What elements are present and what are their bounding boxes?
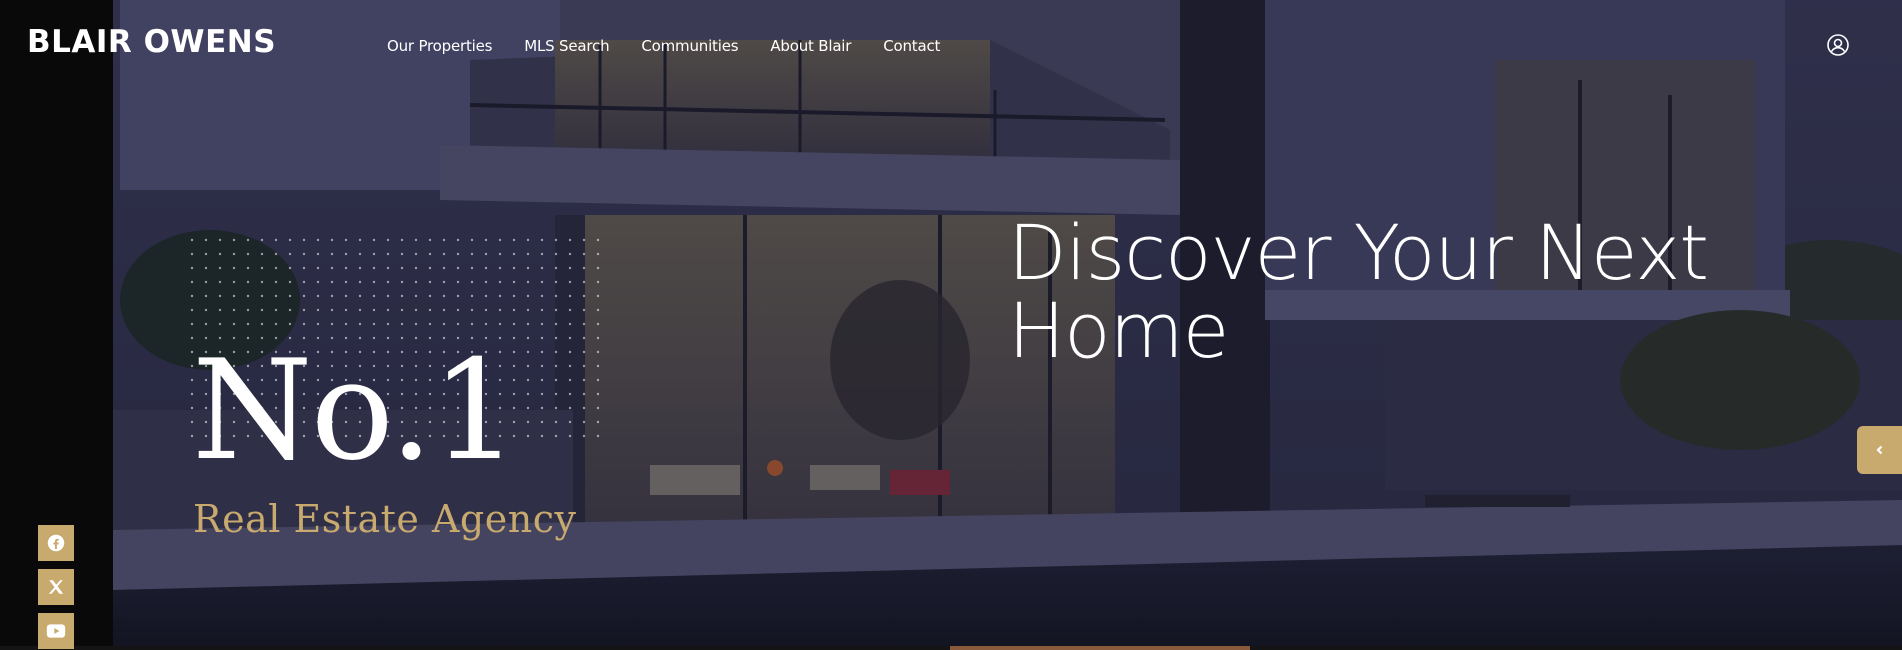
- nav-link-our-properties[interactable]: Our Properties: [387, 37, 492, 55]
- nav-link-contact[interactable]: Contact: [883, 37, 940, 55]
- youtube-icon: [46, 624, 66, 638]
- x-icon: [48, 580, 64, 594]
- main-nav: Our Properties MLS Search Communities Ab…: [387, 37, 972, 55]
- facebook-link[interactable]: [38, 525, 74, 561]
- side-panel-toggle[interactable]: [1857, 426, 1902, 474]
- hero-rank-text: No.1: [192, 330, 519, 491]
- youtube-link[interactable]: [38, 613, 74, 649]
- nav-link-about-blair[interactable]: About Blair: [770, 37, 851, 55]
- hero-headline: Discover Your Next Home: [1008, 208, 1709, 375]
- user-circle-icon: [1827, 34, 1849, 56]
- user-account-button[interactable]: [1826, 33, 1850, 57]
- nav-link-mls-search[interactable]: MLS Search: [524, 37, 609, 55]
- next-section-peek: [950, 646, 1250, 650]
- hero-headline-line1: Discover Your Next: [1008, 208, 1709, 297]
- hero-headline-line2: Home: [1008, 286, 1229, 375]
- hero-tagline: Real Estate Agency: [193, 497, 577, 541]
- chevron-left-icon: [1876, 445, 1883, 455]
- facebook-icon: [47, 534, 65, 552]
- nav-link-communities[interactable]: Communities: [641, 37, 738, 55]
- brand-logo[interactable]: BLAIR OWENS: [27, 24, 276, 60]
- x-link[interactable]: [38, 569, 74, 605]
- social-links: [38, 525, 74, 649]
